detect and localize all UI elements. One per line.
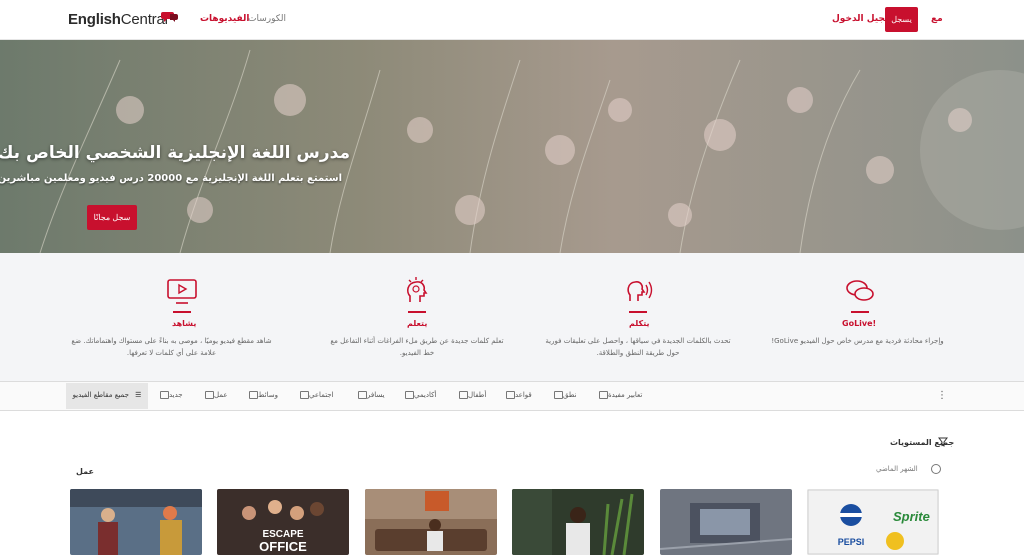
feature-title: يشاهد (172, 319, 197, 328)
filter-kids[interactable]: أطفال (456, 391, 486, 399)
features-section: GoLive! وإجراء محادثة فردية مع مدرس خاص … (0, 253, 1024, 381)
filter-new[interactable]: جديد (157, 391, 183, 399)
people-icon (300, 391, 309, 399)
briefcase-icon (205, 391, 214, 399)
clock-icon (931, 464, 941, 474)
book-icon (506, 391, 515, 399)
filter-label: وسائط (258, 391, 278, 399)
thumbnail-image (365, 489, 497, 555)
filter-label: قواعد (515, 391, 532, 399)
video-thumbnail[interactable]: Sprite PEPSI (807, 489, 939, 555)
feature-golive: GoLive! وإجراء محادثة فردية مع مدرس خاص … (770, 253, 950, 381)
list-icon: ☰ (135, 391, 142, 399)
feature-title: يتكلم (629, 319, 650, 328)
plane-icon (358, 391, 367, 399)
top-header: EnglishCentral الفيديوهات الكورسات تسجيل… (0, 0, 1024, 40)
filter-social[interactable]: اجتماعي (297, 391, 334, 399)
svg-text:PEPSI: PEPSI (838, 537, 865, 547)
filter-media[interactable]: وسائط (246, 391, 278, 399)
brain-head-icon (406, 277, 428, 302)
filter-label: عمل (214, 391, 228, 399)
thumbnail-image (660, 489, 792, 555)
category-filter-bar: جميع مقاطع الفيديو ☰ جديد عمل وسائط اجتم… (0, 381, 1024, 411)
language-link[interactable]: مع (931, 14, 943, 24)
filter-label: نطق (563, 391, 577, 399)
filter-business[interactable]: عمل (202, 391, 228, 399)
mouth-icon (554, 391, 563, 399)
feature-underline (629, 311, 647, 313)
graduation-cap-icon (405, 391, 414, 399)
filter-grammar[interactable]: قواعد (503, 391, 532, 399)
hero-title: مدرس اللغة الإنجليزية الشخصي الخاص بك (0, 143, 350, 163)
kite-icon (459, 391, 468, 399)
section-title: عمل (76, 467, 94, 476)
page-root: EnglishCentral الفيديوهات الكورسات تسجيل… (0, 0, 1024, 555)
feature-underline (851, 311, 869, 313)
speaking-head-icon (627, 281, 653, 301)
video-thumbnail[interactable] (512, 489, 644, 555)
feature-title: يتعلم (407, 319, 428, 328)
thumbnail-image (512, 489, 644, 555)
englishcentral-logo[interactable]: EnglishCentral (68, 11, 168, 28)
hero-subtitle: استمتع بتعلم اللغة الإنجليزية مع 20000 د… (0, 173, 342, 184)
speech-bubble-logo-icon (161, 12, 178, 22)
video-thumbnail[interactable] (365, 489, 497, 555)
video-thumbnail[interactable] (660, 489, 792, 555)
filter-label: يسافر (367, 391, 385, 399)
thumbnail-image (70, 489, 202, 555)
chat-bubbles-icon (846, 280, 874, 301)
nav-videos[interactable]: الفيديوهات (200, 14, 250, 24)
feature-underline (173, 311, 191, 313)
feature-description: شاهد مقطع فيديو يوميًا ، موصى به بناءً ع… (71, 337, 272, 357)
thumbnail-image: ESCAPE OFFICE (217, 489, 349, 555)
nav-courses[interactable]: الكورسات (248, 14, 286, 24)
feature-learn: يتعلم تعلم كلمات جديدة عن طريق ملء الفرا… (327, 253, 507, 381)
feature-description: تعلم كلمات جديدة عن طريق ملء الفراغات أث… (330, 337, 504, 357)
filter-label: أطفال (468, 391, 487, 399)
thumbnail-image: Sprite PEPSI (807, 489, 939, 555)
filter-travel[interactable]: يسافر (355, 391, 385, 399)
funnel-filter-icon[interactable] (938, 437, 948, 447)
filter-label: اجتماعي (309, 391, 334, 399)
filter-useful-expressions[interactable]: تعابير مفيدة (596, 391, 642, 399)
filter-label: أكاديمي (414, 391, 437, 399)
signup-button[interactable]: يسجل (885, 7, 918, 32)
filter-label: تعابير مفيدة (608, 391, 643, 399)
media-icon (249, 391, 258, 399)
filter-academic[interactable]: أكاديمي (402, 391, 436, 399)
new-icon (160, 391, 169, 399)
hero-banner: مدرس اللغة الإنجليزية الشخصي الخاص بك اس… (0, 40, 1024, 253)
feature-underline (408, 311, 426, 313)
quote-icon (599, 391, 608, 399)
logo-text-bold: English (68, 11, 121, 28)
video-play-icon (167, 279, 197, 304)
time-filter[interactable]: الشهر الماضي (876, 465, 918, 473)
thumbnail-label: Sprite (893, 509, 930, 524)
svg-text:OFFICE: OFFICE (259, 539, 307, 554)
filter-label: جديد (169, 391, 183, 399)
feature-speak: يتكلم تحدث بالكلمات الجديدة في سياقها ، … (545, 253, 731, 381)
video-thumbnail[interactable] (70, 489, 202, 555)
video-thumbnail[interactable]: ESCAPE OFFICE (217, 489, 349, 555)
more-options-icon[interactable]: ⋮ (937, 390, 947, 401)
feature-description: وإجراء محادثة فردية مع مدرس خاص حول الفي… (771, 337, 944, 345)
register-free-button[interactable]: سجل مجانًا (87, 205, 137, 230)
filter-pronunciation[interactable]: نطق (551, 391, 577, 399)
filter-all-videos[interactable]: جميع مقاطع الفيديو ☰ (66, 383, 148, 409)
filter-label: جميع مقاطع الفيديو (72, 391, 129, 399)
feature-title: GoLive! (842, 319, 877, 328)
feature-watch: يشاهد شاهد مقطع فيديو يوميًا ، موصى به ب… (71, 253, 276, 381)
feature-description: تحدث بالكلمات الجديدة في سياقها ، واحصل … (545, 337, 731, 357)
